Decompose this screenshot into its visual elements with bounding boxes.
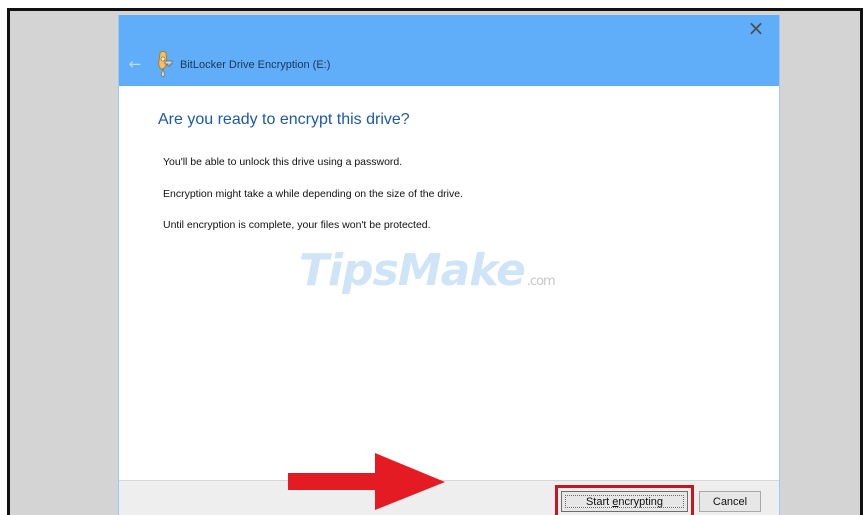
cancel-button[interactable]: Cancel [699, 491, 761, 512]
watermark-suffix: .com [526, 274, 556, 289]
info-line-3: Until encryption is complete, your files… [163, 219, 431, 231]
dialog-heading: Are you ready to encrypt this drive? [158, 111, 410, 128]
dialog-content: Are you ready to encrypt this drive? You… [119, 86, 779, 480]
info-line-2: Encryption might take a while depending … [163, 188, 464, 200]
start-encrypting-button[interactable]: Start encrypting [561, 491, 688, 512]
screen-frame: × ← BitLocker Drive Encryption (E:) Are … [7, 8, 863, 515]
window-title: BitLocker Drive Encryption (E:) [180, 59, 331, 71]
close-icon[interactable]: × [744, 17, 768, 41]
red-arrow-icon [288, 453, 445, 510]
info-line-1: You'll be able to unlock this drive usin… [163, 156, 403, 168]
start-label-prefix: Start [585, 496, 613, 508]
start-label-suffix: ncrypting [618, 496, 664, 508]
watermark: TipsMake .com [299, 242, 619, 300]
bitlocker-key-icon [158, 51, 173, 78]
start-encrypting-label: Start encrypting [586, 496, 663, 508]
dialog-footer: Start encrypting Cancel [119, 480, 779, 515]
watermark-main: TipsMake [299, 245, 526, 296]
back-arrow-icon[interactable]: ← [127, 56, 143, 72]
title-bar: × ← BitLocker Drive Encryption (E:) [119, 15, 779, 86]
bitlocker-dialog: × ← BitLocker Drive Encryption (E:) Are … [118, 15, 780, 515]
